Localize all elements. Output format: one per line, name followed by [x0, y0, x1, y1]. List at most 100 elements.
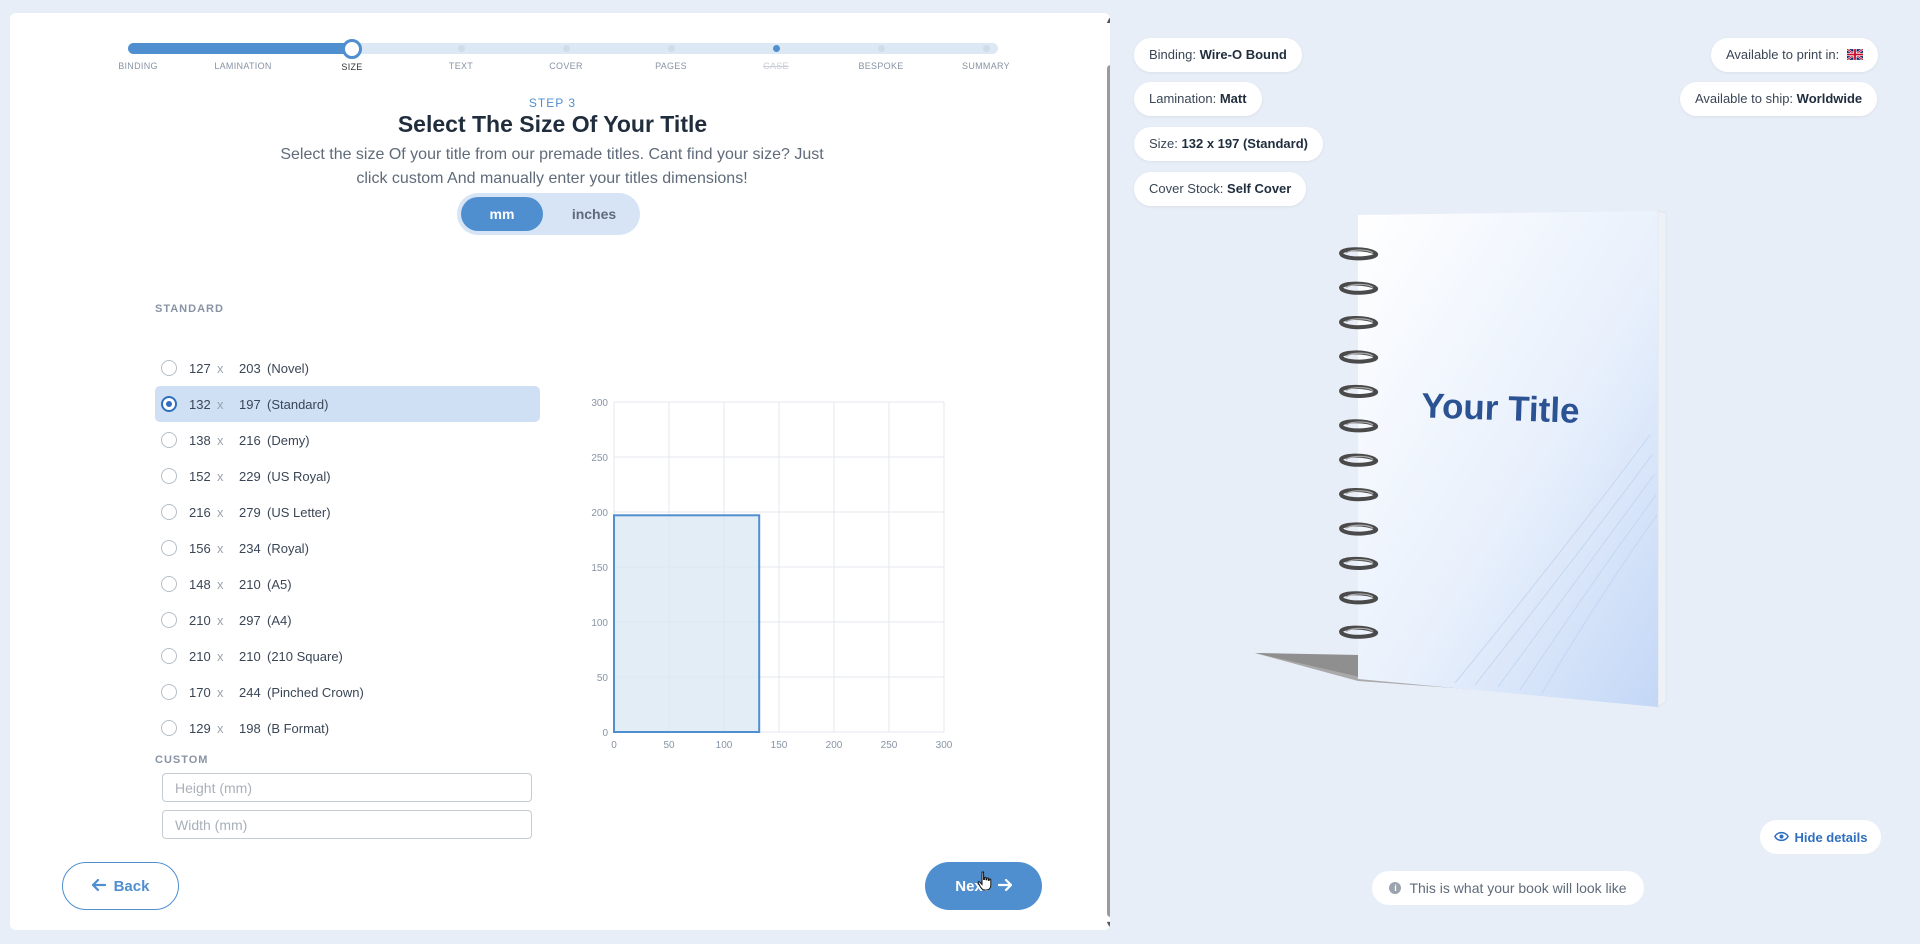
size-width: 152	[189, 468, 211, 484]
size-name: (B Format)	[267, 720, 330, 736]
size-height: 244	[239, 684, 261, 700]
radio-button[interactable]	[161, 576, 177, 592]
radio-button[interactable]	[161, 504, 177, 520]
scrollbar-thumb[interactable]	[1107, 65, 1110, 917]
unit-toggle: mm inches	[457, 193, 640, 235]
back-label: Back	[113, 877, 150, 895]
scroll-up-arrow-icon[interactable]: ▲	[1105, 15, 1110, 25]
step-label: BINDING	[118, 61, 158, 71]
size-height: 279	[239, 504, 261, 520]
size-name: (210 Square)	[267, 648, 343, 664]
step-lamination[interactable]: LAMINATION	[188, 33, 298, 71]
arrow-right-icon	[997, 878, 1012, 895]
chart-x-tick-label: 300	[936, 740, 953, 751]
size-option[interactable]: 152 x 229 (US Royal)	[155, 458, 540, 494]
size-option[interactable]: 170 x 244 (Pinched Crown)	[155, 674, 540, 710]
size-option[interactable]: 148 x 210 (A5)	[155, 566, 540, 602]
size-name: (Novel)	[267, 360, 309, 376]
size-height: 297	[239, 612, 261, 628]
size-option[interactable]: 216 x 279 (US Letter)	[155, 494, 540, 530]
size-option[interactable]: 127 x 203 (Novel)	[155, 350, 540, 386]
size-option-selected[interactable]: 132 x 197 (Standard)	[155, 386, 540, 422]
step-label: SUMMARY	[962, 61, 1010, 71]
radio-button[interactable]	[161, 360, 177, 376]
unit-inches-button[interactable]: inches	[553, 197, 635, 231]
radio-button-checked[interactable]	[161, 396, 177, 412]
size-width: 210	[189, 648, 211, 664]
radio-button[interactable]	[161, 612, 177, 628]
size-height: 216	[239, 432, 261, 448]
step-bespoke[interactable]: BESPOKE	[826, 33, 936, 71]
size-height: 229	[239, 468, 261, 484]
scroll-down-arrow-icon[interactable]: ▼	[1105, 919, 1110, 929]
size-width: 148	[189, 576, 211, 592]
size-separator: x	[217, 720, 224, 736]
size-option[interactable]: 138 x 216 (Demy)	[155, 422, 540, 458]
step-binding[interactable]: BINDING	[83, 33, 193, 71]
size-width: 129	[189, 720, 211, 736]
step-label: SIZE	[341, 62, 363, 72]
detail-value: 132 x 197 (Standard)	[1181, 136, 1308, 151]
step-dot	[562, 45, 570, 52]
unit-mm-button[interactable]: mm	[461, 197, 543, 231]
size-option[interactable]: 210 x 210 (210 Square)	[155, 638, 540, 674]
step-number: STEP 3	[528, 96, 577, 110]
back-button[interactable]: Back	[62, 862, 179, 910]
book-preview: Your Title	[1255, 210, 1667, 708]
size-separator: x	[217, 576, 224, 592]
custom-height-input[interactable]	[162, 773, 532, 802]
eye-icon	[1773, 830, 1789, 845]
size-name: (US Royal)	[267, 468, 331, 484]
radio-button[interactable]	[161, 432, 177, 448]
step-summary[interactable]: SUMMARY	[931, 33, 1041, 71]
step-label: TEXT	[448, 61, 474, 71]
size-separator: x	[217, 648, 224, 664]
size-width: 132	[189, 396, 211, 412]
size-option[interactable]: 129 x 198 (B Format)	[155, 710, 540, 746]
radio-button[interactable]	[161, 468, 177, 484]
step-dot	[134, 45, 142, 52]
chart-y-tick-label: 0	[602, 728, 608, 739]
size-width: 216	[189, 504, 211, 520]
step-cover[interactable]: COVER	[511, 33, 621, 71]
vertical-scrollbar[interactable]: ▲ ▼	[1103, 13, 1110, 930]
radio-button[interactable]	[161, 684, 177, 700]
size-separator: x	[217, 504, 224, 520]
step-dot	[667, 45, 675, 52]
size-list: 127 x 203 (Novel) 132 x 197 (Standard) 138 x 216…	[155, 350, 540, 746]
size-width: 127	[189, 360, 211, 376]
radio-button[interactable]	[161, 720, 177, 736]
chart-x-tick-label: 250	[881, 740, 898, 751]
detail-value: Self Cover	[1227, 181, 1292, 196]
step-label: PAGES	[655, 61, 687, 71]
custom-section-label: CUSTOM	[155, 754, 209, 766]
size-height: 203	[239, 360, 261, 376]
arrow-left-icon	[91, 878, 106, 895]
size-option[interactable]: 156 x 234 (Royal)	[155, 530, 540, 566]
page-title: Select The Size Of Your Title	[397, 111, 708, 137]
size-height: 198	[239, 720, 261, 736]
size-name: (US Letter)	[267, 504, 331, 520]
size-separator: x	[217, 540, 224, 556]
radio-button[interactable]	[161, 648, 177, 664]
chart-y-tick-label: 300	[591, 398, 608, 409]
uk-flag-icon	[1846, 39, 1864, 73]
chart-x-tick-label: 200	[826, 740, 843, 751]
chart-y-tick-label: 250	[591, 453, 608, 464]
step-dot	[457, 45, 465, 52]
hide-details-button[interactable]: Hide details	[1760, 820, 1881, 854]
custom-width-input[interactable]	[162, 810, 532, 839]
step-text[interactable]: TEXT	[406, 33, 516, 71]
step-pages[interactable]: PAGES	[616, 33, 726, 71]
detail-label: Cover Stock:	[1149, 181, 1224, 196]
detail-value: Worldwide	[1796, 91, 1863, 106]
chart-y-tick-label: 150	[591, 563, 608, 574]
standard-section-label: STANDARD	[155, 303, 224, 315]
size-option[interactable]: 210 x 297 (A4)	[155, 602, 540, 638]
chart-x-tick-label: 50	[663, 740, 675, 751]
page-subtitle: Select the size Of your title from our p…	[280, 146, 824, 187]
size-name: (Standard)	[267, 396, 329, 412]
step-size[interactable]: SIZE	[297, 33, 407, 72]
radio-button[interactable]	[161, 540, 177, 556]
step-dot	[982, 45, 990, 52]
